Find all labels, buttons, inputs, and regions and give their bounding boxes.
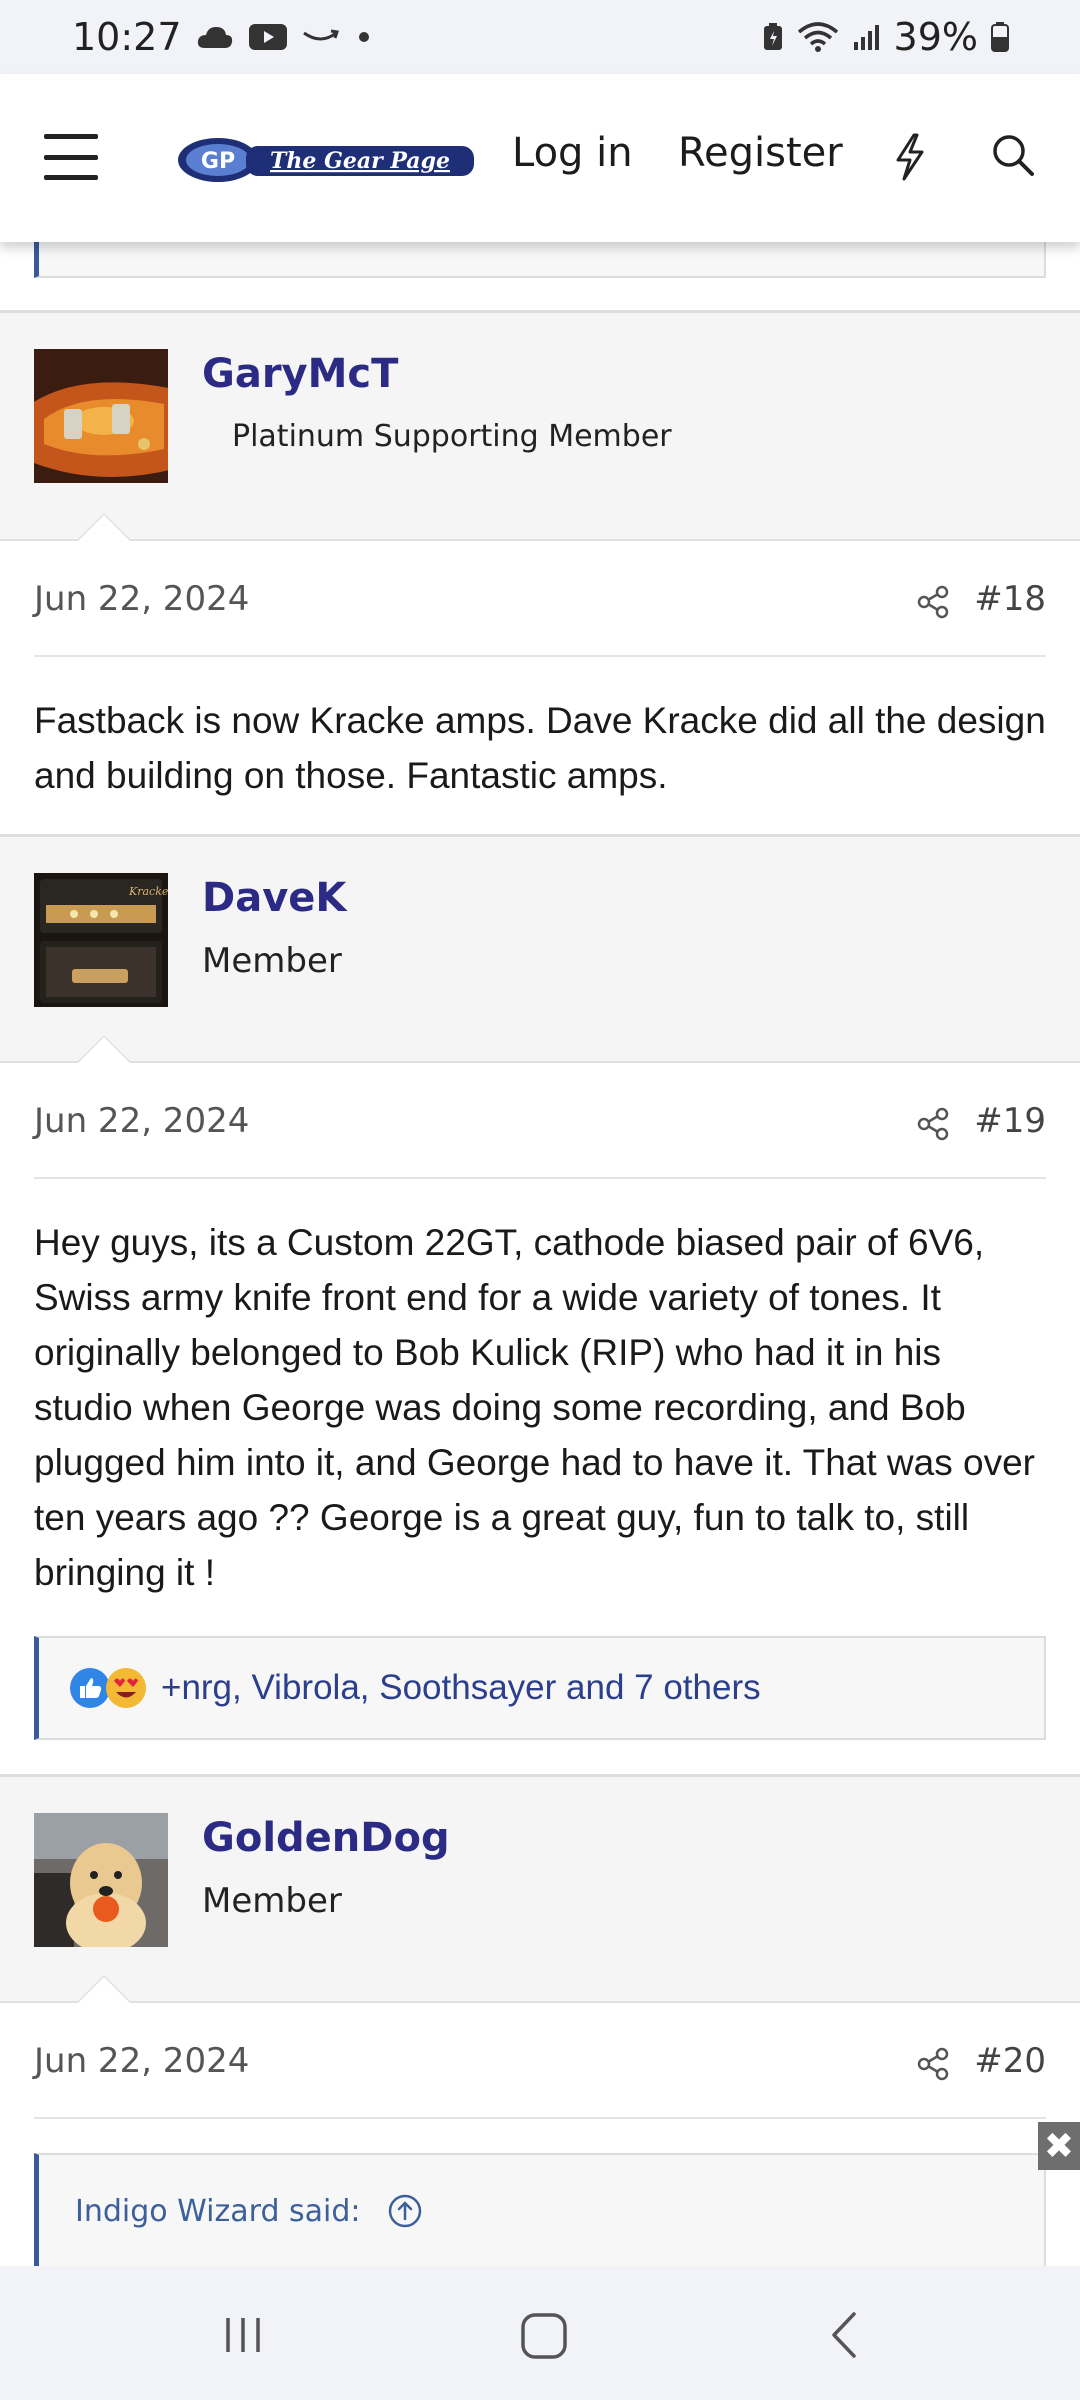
bolt-icon[interactable]	[890, 132, 930, 182]
post-user-block: GoldenDog Member	[0, 1777, 1080, 2003]
youtube-icon	[248, 24, 287, 50]
svg-text:Kracke: Kracke	[128, 885, 168, 898]
user-title: Member	[202, 941, 342, 981]
battery-percent: 39%	[893, 15, 978, 59]
post: GaryMcT Platinum Supporting Member Jun 2…	[0, 310, 1080, 839]
user-title: Platinum Supporting Member	[232, 419, 672, 454]
reactions-bar[interactable]: +nrg, Vibrola, Soothsayer and 7 others	[34, 1636, 1046, 1740]
system-nav-bar	[0, 2266, 1080, 2400]
status-time: 10:27	[72, 15, 182, 59]
signal-icon	[853, 25, 879, 50]
site-header: GP The Gear Page Log in Register	[0, 74, 1080, 242]
battery-icon	[991, 22, 1009, 52]
quote-attribution[interactable]: Indigo Wizard said:	[75, 2194, 361, 2229]
search-icon[interactable]	[990, 132, 1036, 178]
wifi-icon	[797, 22, 838, 52]
login-link[interactable]: Log in	[512, 130, 633, 176]
share-icon[interactable]	[916, 1107, 950, 1141]
post-meta: Jun 22, 2024 #19	[34, 1063, 1046, 1179]
post-body: Fastback is now Kracke amps. Dave Kracke…	[34, 700, 1046, 796]
post-date[interactable]: Jun 22, 2024	[34, 579, 249, 619]
username[interactable]: GoldenDog	[202, 1815, 450, 1861]
post-date[interactable]: Jun 22, 2024	[34, 2041, 249, 2081]
avatar[interactable]	[34, 349, 168, 483]
quote-box: Indigo Wizard said:	[34, 2153, 1046, 2267]
arrow-up-circle-icon[interactable]	[387, 2193, 423, 2229]
battery-saver-icon	[763, 23, 782, 50]
logo-text: The Gear Page	[270, 148, 450, 174]
back-icon[interactable]	[822, 2310, 872, 2360]
reactions-text[interactable]: +nrg, Vibrola, Soothsayer and 7 others	[161, 1668, 761, 1708]
amazon-icon	[302, 29, 339, 41]
post-number[interactable]: #18	[974, 579, 1046, 619]
username[interactable]: DaveK	[202, 875, 346, 921]
cloud-icon	[197, 27, 232, 48]
post-body: Hey guys, its a Custom 22GT, cathode bia…	[34, 1222, 1035, 1593]
home-icon[interactable]	[518, 2310, 570, 2362]
post-user-block: Kracke DaveK Member	[0, 837, 1080, 1063]
post: Kracke DaveK Member Jun 22, 2024 #19 Hey…	[0, 834, 1080, 1740]
post-number[interactable]: #20	[974, 2041, 1046, 2081]
register-link[interactable]: Register	[678, 130, 843, 176]
post-number[interactable]: #19	[974, 1101, 1046, 1141]
share-icon[interactable]	[916, 585, 950, 619]
status-bar: 10:27 39%	[0, 0, 1080, 74]
close-ad-button[interactable]: ✖	[1038, 2122, 1080, 2170]
post-user-block: GaryMcT Platinum Supporting Member	[0, 313, 1080, 541]
love-reaction-icon	[106, 1668, 146, 1708]
share-icon[interactable]	[916, 2047, 950, 2081]
post-meta: Jun 22, 2024 #20	[34, 2003, 1046, 2119]
avatar[interactable]	[34, 1813, 168, 1947]
post: GoldenDog Member Jun 22, 2024 #20 Indigo…	[0, 1774, 1080, 2267]
menu-icon[interactable]	[44, 134, 98, 180]
svg-text:GP: GP	[201, 149, 235, 174]
post-date[interactable]: Jun 22, 2024	[34, 1101, 249, 1141]
user-title: Member	[202, 1881, 342, 1921]
username[interactable]: GaryMcT	[202, 351, 398, 397]
avatar[interactable]: Kracke	[34, 873, 168, 1007]
site-logo[interactable]: GP The Gear Page	[176, 130, 476, 190]
post-meta: Jun 22, 2024 #18	[34, 541, 1046, 657]
recent-apps-icon[interactable]	[218, 2310, 268, 2360]
dot-icon	[358, 32, 369, 42]
